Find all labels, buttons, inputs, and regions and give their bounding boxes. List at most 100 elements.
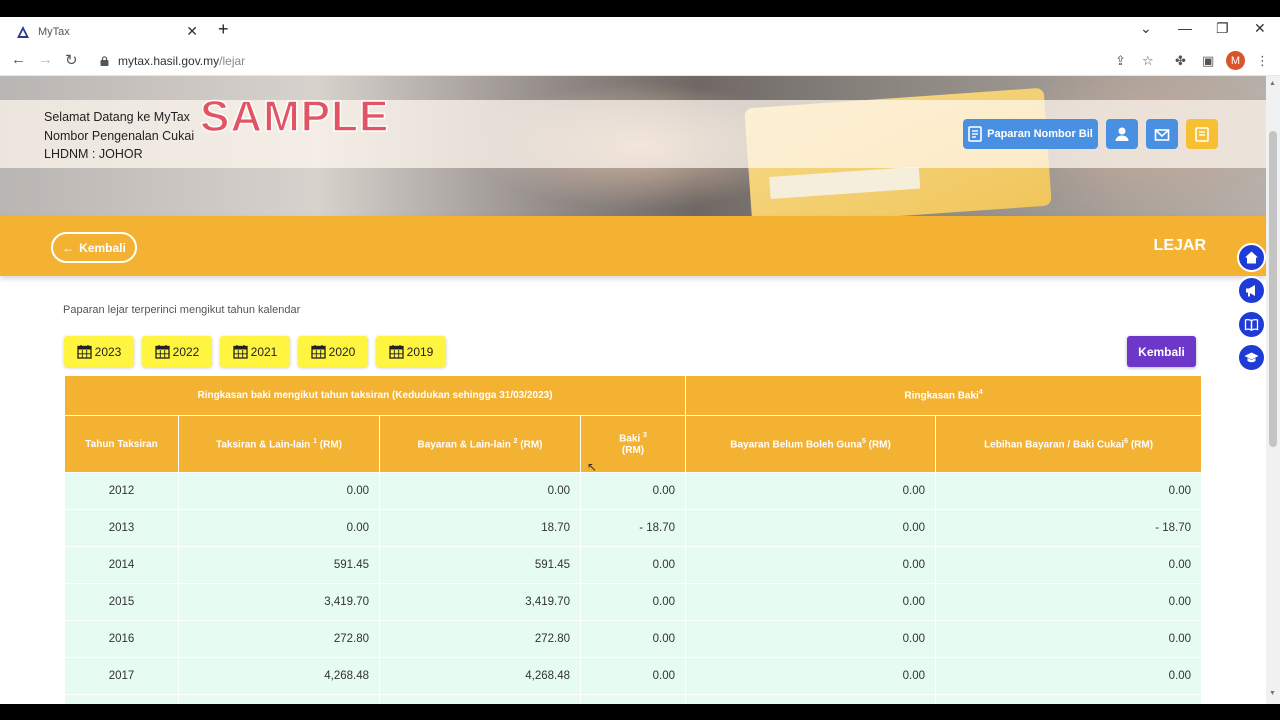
calendar-icon xyxy=(154,345,170,359)
tab-close-icon[interactable]: ✕ xyxy=(186,23,198,40)
minimize-icon[interactable]: — xyxy=(1178,20,1192,36)
ledger-description: Paparan lejar terperinci mengikut tahun … xyxy=(63,304,301,316)
cell-excess: 0.00 xyxy=(935,546,1203,584)
group-header-label: Ringkasan Baki xyxy=(904,390,979,402)
profile-button[interactable] xyxy=(1106,119,1138,149)
table-row: 2014 591.45 591.45 0.00 0.00 0.00 xyxy=(64,546,1203,584)
year-button-2020[interactable]: 2020 xyxy=(298,336,368,367)
home-float-button[interactable] xyxy=(1237,243,1266,272)
tab-title: MyTax xyxy=(38,25,70,38)
scroll-down-icon[interactable]: ▼ xyxy=(1269,690,1276,697)
cell-year: 2017 xyxy=(64,657,179,695)
footnote-mark: 5 xyxy=(861,437,866,445)
letterbox-bottom xyxy=(0,704,1280,720)
bill-number-label: Paparan Nombor Bil xyxy=(987,128,1093,140)
year-label: 2020 xyxy=(328,344,356,359)
welcome-line: Selamat Datang ke MyTax xyxy=(44,110,190,124)
currency-unit: (RM) xyxy=(621,444,645,456)
announcement-float-button[interactable] xyxy=(1237,276,1266,305)
new-tab-icon[interactable]: + xyxy=(218,19,229,40)
column-header-label: Bayaran & Lain-lain xyxy=(417,439,511,451)
year-button-2021[interactable]: 2021 xyxy=(220,336,290,367)
column-header: Bayaran Belum Boleh Guna5 (RM) xyxy=(685,415,937,473)
cell-unusable: 0.00 xyxy=(685,583,937,621)
calendar-icon xyxy=(232,345,248,359)
cell-payment: 3,419.70 xyxy=(379,583,581,621)
cell-excess: 0.00 xyxy=(935,583,1203,621)
share-icon[interactable]: ⇪ xyxy=(1115,53,1126,69)
extensions-icon[interactable]: ✤ xyxy=(1175,53,1186,69)
cell-payment: 272.80 xyxy=(379,620,581,658)
url-host: mytax.hasil.gov.my xyxy=(118,54,220,68)
forward-arrow-icon[interactable]: → xyxy=(38,51,53,68)
menu-kebab-icon[interactable]: ⋮ xyxy=(1256,53,1269,69)
left-arrow-icon: ← xyxy=(62,240,75,255)
year-button-2022[interactable]: 2022 xyxy=(142,336,212,367)
cell-assessment: 3,419.70 xyxy=(178,583,380,621)
column-header-label: Baki xyxy=(619,433,641,445)
browser-tab[interactable]: MyTax ✕ xyxy=(0,17,210,46)
address-bar[interactable]: mytax.hasil.gov.my/lejar xyxy=(100,54,245,68)
group-header-label: Ringkasan baki mengikut tahun taksiran (… xyxy=(197,390,553,401)
column-header: Bayaran & Lain-lain 2 (RM) xyxy=(379,415,581,473)
table-row: 2013 0.00 18.70 - 18.70 0.00 - 18.70 xyxy=(64,509,1203,547)
profile-avatar[interactable]: M xyxy=(1226,51,1245,70)
table-group-header: Ringkasan Baki4 xyxy=(685,375,1203,416)
notepad-icon xyxy=(1195,127,1209,142)
browser-tabstrip: MyTax ✕ + ⌄ — ❐ ✕ xyxy=(0,17,1280,46)
megaphone-icon xyxy=(1246,285,1255,297)
year-button-2019[interactable]: 2019 xyxy=(376,336,446,367)
year-button-2023[interactable]: 2023 xyxy=(64,336,134,367)
mail-icon xyxy=(1154,129,1170,141)
cell-balance: 0.00 xyxy=(579,472,687,510)
cell-year: 2012 xyxy=(64,472,179,510)
scrollbar-thumb[interactable] xyxy=(1269,131,1277,447)
cell-assessment: 0.00 xyxy=(178,472,380,510)
guide-float-button[interactable] xyxy=(1237,310,1266,339)
tax-id-line: Nombor Pengenalan Cukai xyxy=(44,128,195,143)
cell-excess: 0.00 xyxy=(935,620,1203,658)
year-label: 2021 xyxy=(250,344,278,359)
bill-number-button[interactable]: Paparan Nombor Bil xyxy=(963,119,1098,149)
mytax-favicon-icon xyxy=(17,25,29,38)
cell-year: 2013 xyxy=(64,509,179,547)
back-button[interactable]: Kembali xyxy=(1127,336,1196,367)
section-header-bar: ← Kembali LEJAR xyxy=(0,216,1266,276)
tab-search-icon[interactable]: ⌄ xyxy=(1140,20,1152,37)
letterbox-top xyxy=(0,0,1280,17)
back-arrow-icon[interactable]: ← xyxy=(11,51,26,68)
notes-button[interactable] xyxy=(1186,119,1218,149)
window-close-icon[interactable]: ✕ xyxy=(1254,20,1266,37)
page-scrollbar[interactable]: ▲ ▼ xyxy=(1266,76,1280,704)
star-icon[interactable]: ☆ xyxy=(1142,53,1154,69)
cell-unusable: 0.00 xyxy=(685,509,937,547)
scroll-up-icon[interactable]: ▲ xyxy=(1269,80,1276,87)
currency-unit: (RM) xyxy=(868,439,891,451)
sample-watermark: SAMPLE xyxy=(199,91,390,142)
cell-payment: 4,268.48 xyxy=(379,657,581,695)
cell-unusable: 0.00 xyxy=(685,472,937,510)
lock-icon xyxy=(100,56,109,66)
mail-button[interactable] xyxy=(1146,119,1178,149)
hero-banner: Selamat Datang ke MyTax Nombor Pengenala… xyxy=(0,76,1266,227)
cell-balance: - 18.70 xyxy=(579,509,687,547)
calendar-icon xyxy=(388,345,404,359)
column-header: Tahun Taksiran xyxy=(64,415,179,473)
cell-balance: 0.00 xyxy=(579,546,687,584)
back-button-top[interactable]: ← Kembali xyxy=(51,232,137,263)
sidepanel-icon[interactable]: ▣ xyxy=(1202,53,1214,69)
reload-icon[interactable]: ↻ xyxy=(65,51,78,69)
cell-payment: 0.00 xyxy=(379,472,581,510)
browser-toolbar: ← → ↻ mytax.hasil.gov.my/lejar ⇪ ☆ ✤ ▣ ⋮ xyxy=(0,46,1280,76)
cell-assessment: 591.45 xyxy=(178,546,380,584)
cell-assessment: 272.80 xyxy=(178,620,380,658)
footnote-mark: 3 xyxy=(643,432,647,440)
table-row: 2017 4,268.48 4,268.48 0.00 0.00 0.00 xyxy=(64,657,1203,695)
table-row xyxy=(64,694,1203,704)
table-row: 2015 3,419.70 3,419.70 0.00 0.00 0.00 xyxy=(64,583,1203,621)
welcome-block: Selamat Datang ke MyTax Nombor Pengenala… xyxy=(44,108,194,164)
calendar-icon xyxy=(76,345,92,359)
restore-icon[interactable]: ❐ xyxy=(1216,20,1229,37)
education-float-button[interactable] xyxy=(1237,343,1266,372)
year-label: 2022 xyxy=(172,344,200,359)
